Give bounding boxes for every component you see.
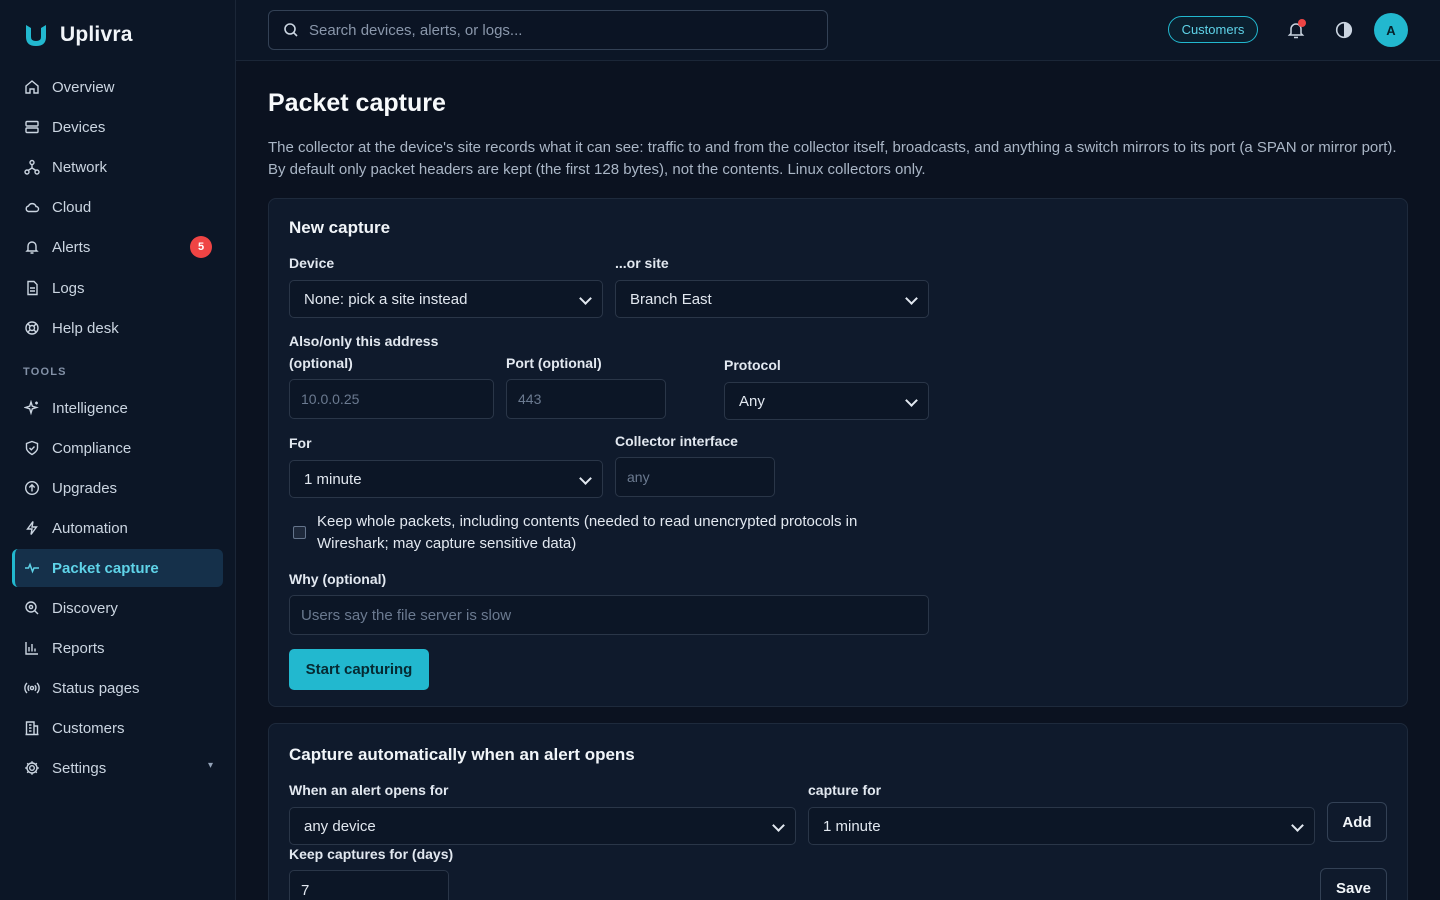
retention-label: Keep captures for (days) — [289, 846, 454, 862]
building-icon — [25, 721, 39, 736]
avatar[interactable]: A — [1374, 13, 1408, 47]
sidebar-item-label: Help desk — [52, 319, 119, 337]
gear-icon — [25, 761, 39, 775]
sidebar-item-label: Intelligence — [52, 399, 128, 417]
server-icon — [25, 120, 39, 134]
lifebuoy-icon — [25, 321, 39, 335]
sidebar: Uplivra Overview Devices Network Cloud A… — [0, 0, 236, 900]
sidebar-item-overview[interactable]: Overview — [12, 68, 223, 106]
document-icon — [27, 280, 38, 296]
sidebar-item-label: Status pages — [52, 679, 140, 697]
device-select[interactable]: None: pick a site instead — [289, 280, 603, 318]
chevron-down-icon: ▾ — [207, 760, 213, 771]
sidebar-item-settings[interactable]: Settings ▾ — [12, 749, 223, 787]
search-icon — [284, 23, 298, 37]
search-input[interactable] — [309, 21, 809, 39]
sidebar-item-devices[interactable]: Devices — [12, 108, 223, 146]
alert-scope-select[interactable]: any device — [289, 807, 796, 845]
bell-icon — [25, 241, 39, 254]
duration-select[interactable]: 1 minute — [289, 460, 603, 498]
upgrade-icon — [24, 480, 40, 496]
new-capture-card: New capture Device None: pick a site ins… — [268, 198, 1408, 707]
network-icon — [24, 159, 40, 175]
sidebar-item-customers[interactable]: Customers — [12, 709, 223, 747]
pulse-icon — [25, 562, 39, 574]
sidebar-item-label: Alerts — [52, 238, 91, 256]
start-capturing-button[interactable]: Start capturing — [289, 649, 429, 690]
interface-input[interactable]: any — [615, 457, 775, 497]
new-capture-title: New capture — [289, 218, 391, 237]
page-title: Packet capture — [268, 89, 446, 117]
sidebar-item-label: Customers — [52, 719, 125, 737]
discovery-icon — [25, 601, 39, 615]
sidebar-item-packet-capture[interactable]: Packet capture — [12, 549, 223, 587]
sidebar-item-label: Devices — [52, 118, 106, 136]
save-button[interactable]: Save — [1320, 868, 1387, 900]
sidebar-item-label: Reports — [52, 639, 105, 657]
device-label: Device — [289, 255, 335, 271]
protocol-select[interactable]: Any — [724, 382, 929, 420]
sidebar-item-help-desk[interactable]: Help desk — [12, 309, 223, 347]
alert-scope-label: When an alert opens for — [289, 782, 449, 798]
sidebar-item-network[interactable]: Network — [12, 148, 223, 186]
alerts-count-badge: 5 — [190, 236, 212, 258]
customers-button[interactable]: Customers — [1168, 16, 1258, 43]
why-input[interactable]: Users say the file server is slow — [289, 595, 929, 635]
for-label: For — [289, 435, 312, 451]
topbar: Customers A — [236, 0, 1440, 61]
sidebar-item-status-pages[interactable]: Status pages — [12, 669, 223, 707]
theme-toggle-icon[interactable] — [1335, 21, 1353, 39]
sidebar-item-cloud[interactable]: Cloud — [12, 188, 223, 226]
sidebar-item-label: Discovery — [52, 599, 118, 617]
sidebar-item-automation[interactable]: Automation — [12, 509, 223, 547]
site-select[interactable]: Branch East — [615, 280, 929, 318]
brand-name: Uplivra — [60, 23, 133, 46]
page-description: The collector at the device's site recor… — [268, 139, 1397, 178]
sidebar-item-label: Upgrades — [52, 479, 118, 497]
sidebar-item-label: Cloud — [52, 198, 92, 216]
sidebar-item-label: Logs — [52, 279, 85, 297]
search-box[interactable] — [268, 10, 828, 50]
sidebar-item-discovery[interactable]: Discovery — [12, 589, 223, 627]
sidebar-item-compliance[interactable]: Compliance — [12, 429, 223, 467]
add-rule-button[interactable]: Add — [1327, 802, 1387, 842]
sidebar-item-logs[interactable]: Logs — [12, 269, 223, 307]
sidebar-item-alerts[interactable]: Alerts 5 — [12, 228, 223, 266]
address-label: Also/only this address (optional) — [289, 333, 439, 371]
sidebar-item-label: Overview — [52, 78, 115, 96]
shield-icon — [25, 440, 39, 456]
bar-chart-icon — [25, 642, 38, 655]
auto-capture-title: Capture automatically when an alert open… — [289, 745, 635, 764]
brand[interactable]: Uplivra — [22, 20, 133, 50]
sidebar-item-label: Packet capture — [52, 559, 159, 577]
uplivra-logo-icon — [26, 25, 46, 46]
protocol-label: Protocol — [724, 357, 781, 373]
sidebar-item-label: Compliance — [52, 439, 132, 457]
port-label: Port (optional) — [506, 355, 602, 371]
sidebar-item-upgrades[interactable]: Upgrades — [12, 469, 223, 507]
bolt-icon — [26, 521, 38, 535]
keep-whole-packets-checkbox[interactable] — [293, 526, 306, 539]
sidebar-item-label: Network — [52, 158, 108, 176]
sparkle-icon — [24, 400, 39, 416]
sidebar-item-label: Automation — [52, 519, 128, 537]
tools-section-label: TOOLS — [23, 366, 67, 378]
capture-for-label: capture for — [808, 782, 882, 798]
interface-label: Collector interface — [615, 433, 738, 449]
sidebar-item-label: Settings — [52, 759, 107, 777]
retention-days-input[interactable]: 7 — [289, 870, 449, 900]
home-icon — [25, 80, 39, 94]
capture-for-select[interactable]: 1 minute — [808, 807, 1315, 845]
site-label: ...or site — [615, 255, 669, 271]
port-input[interactable]: 443 — [506, 379, 666, 419]
why-label: Why (optional) — [289, 571, 387, 587]
address-input[interactable]: 10.0.0.25 — [289, 379, 494, 419]
broadcast-icon — [24, 682, 40, 694]
cloud-icon — [25, 202, 40, 213]
auto-capture-card: Capture automatically when an alert open… — [268, 723, 1408, 900]
notification-dot — [1298, 19, 1306, 27]
sidebar-item-intelligence[interactable]: Intelligence — [12, 389, 223, 427]
keep-whole-packets-label: Keep whole packets, including contents (… — [317, 513, 858, 552]
sidebar-item-reports[interactable]: Reports — [12, 629, 223, 667]
